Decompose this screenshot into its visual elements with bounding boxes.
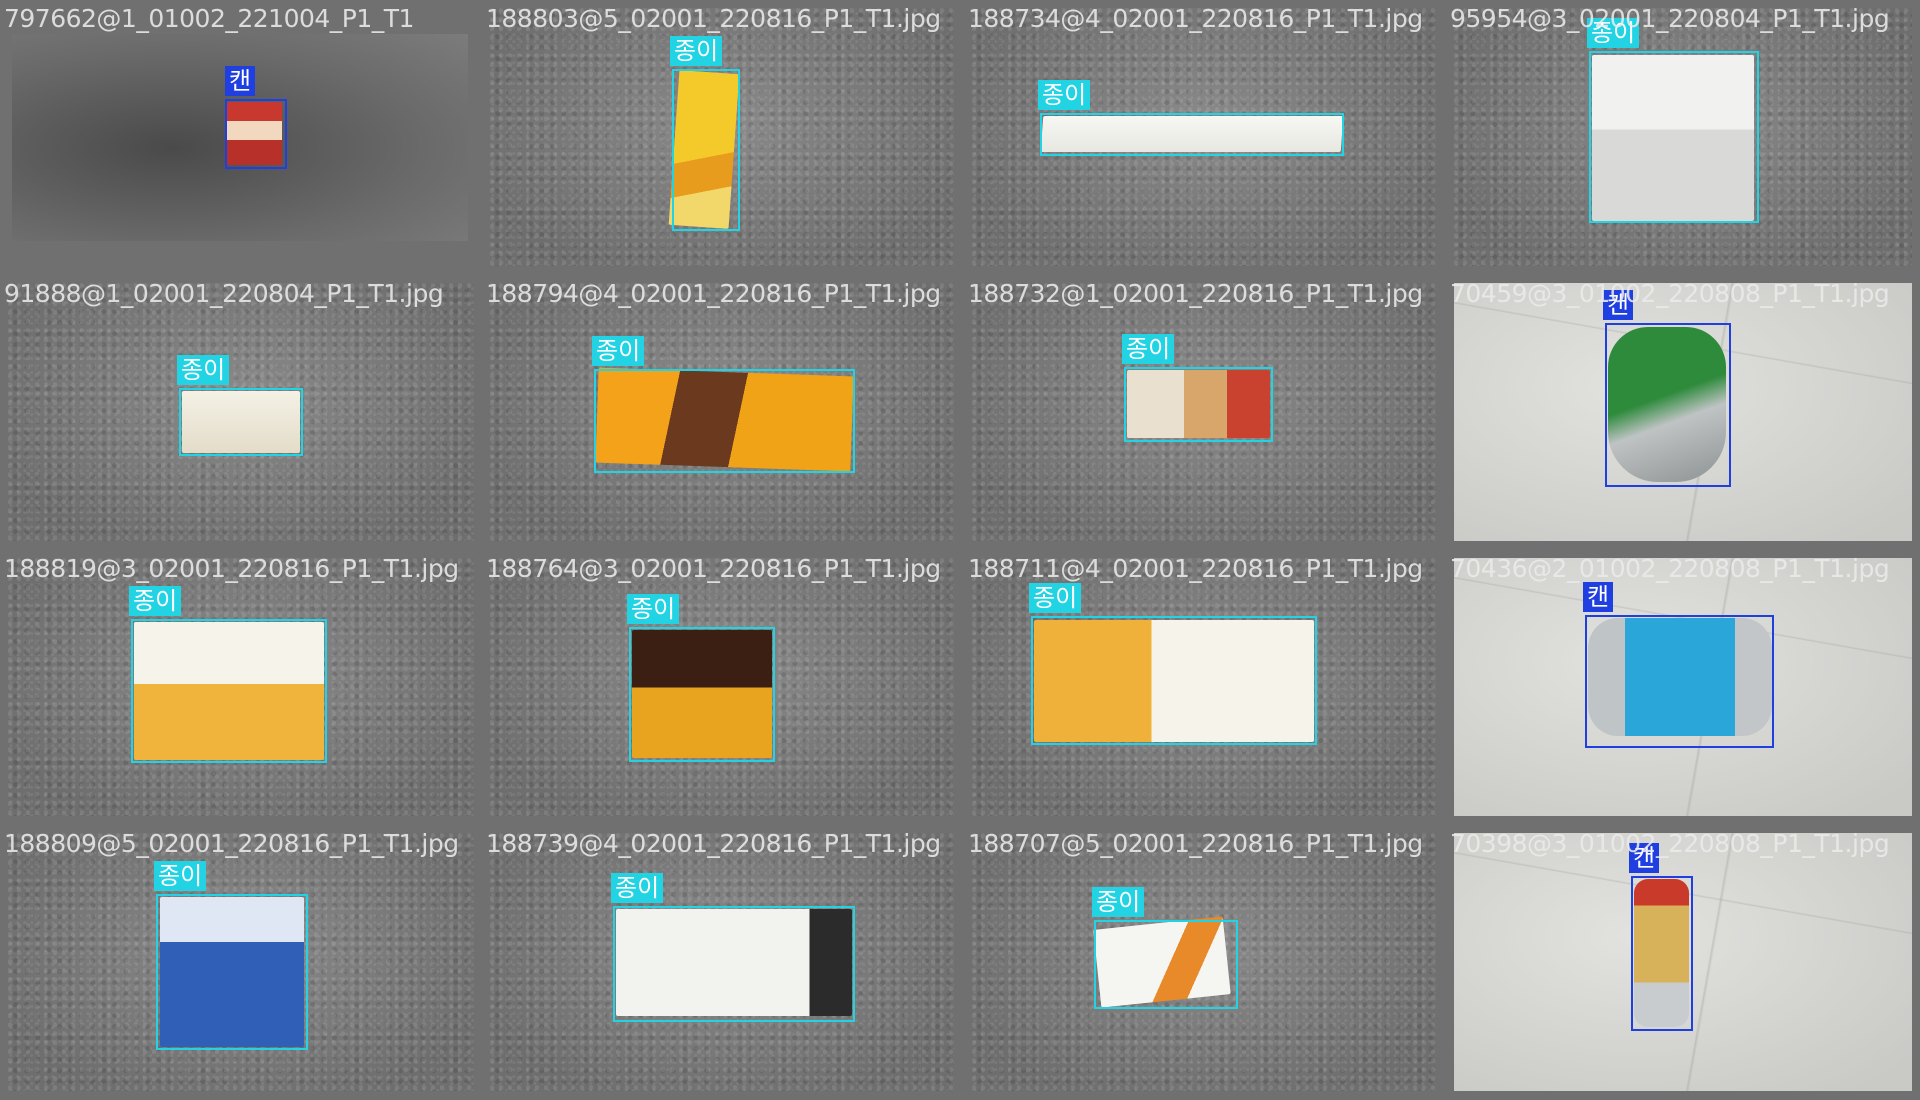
class-tag: 종이 (1038, 80, 1091, 110)
grid-cell[interactable]: 종이 91888@1_02001_220804_P1_T1.jpg (0, 275, 482, 550)
class-tag: 종이 (670, 36, 723, 66)
grid-cell[interactable]: 종이 188819@3_02001_220816_P1_T1.jpg (0, 550, 482, 825)
grid-cell[interactable]: 종이 188732@1_02001_220816_P1_T1.jpg (964, 275, 1446, 550)
class-tag: 캔 (1629, 843, 1660, 873)
grid-cell[interactable]: 캔 70436@2_01002_220808_P1_T1.jpg (1446, 550, 1920, 825)
bounding-box (613, 906, 855, 1022)
class-tag: 종이 (1587, 18, 1640, 48)
bounding-box (629, 627, 775, 762)
grid-cell[interactable]: 종이 95954@3_02001_220804_P1_T1.jpg (1446, 0, 1920, 275)
class-tag: 종이 (627, 594, 680, 624)
bounding-box (1094, 920, 1238, 1009)
bounding-box (1040, 113, 1344, 156)
bounding-box (672, 69, 740, 231)
class-tag: 종이 (1122, 334, 1175, 364)
bounding-box (131, 619, 327, 763)
grid-cell[interactable]: 종이 188794@4_02001_220816_P1_T1.jpg (482, 275, 964, 550)
bounding-box (1631, 876, 1693, 1031)
bounding-box (1585, 615, 1774, 748)
bounding-box (1605, 323, 1731, 487)
bounding-box (1589, 51, 1759, 223)
bounding-box (156, 894, 308, 1050)
grid-cell[interactable]: 캔 70459@3_01002_220808_P1_T1.jpg (1446, 275, 1920, 550)
class-tag: 종이 (154, 861, 207, 891)
grid-cell[interactable]: 캔 70398@3_01002_220808_P1_T1.jpg (1446, 825, 1920, 1100)
bounding-box (1124, 367, 1273, 442)
grid-cell[interactable]: 종이 188809@5_02001_220816_P1_T1.jpg (0, 825, 482, 1100)
class-tag: 캔 (225, 66, 256, 96)
class-tag: 종이 (129, 586, 182, 616)
class-tag: 종이 (592, 336, 645, 366)
class-tag: 종이 (177, 355, 230, 385)
file-label: 797662@1_01002_221004_P1_T1 (4, 4, 414, 33)
class-tag: 종이 (1029, 583, 1082, 613)
grid-cell[interactable]: 종이 188739@4_02001_220816_P1_T1.jpg (482, 825, 964, 1100)
class-tag: 종이 (1092, 887, 1145, 917)
grid-cell[interactable]: 종이 188734@4_02001_220816_P1_T1.jpg (964, 0, 1446, 275)
class-tag: 종이 (611, 873, 664, 903)
grid-cell[interactable]: 종이 188711@4_02001_220816_P1_T1.jpg (964, 550, 1446, 825)
grid-cell[interactable]: 종이 188707@5_02001_220816_P1_T1.jpg (964, 825, 1446, 1100)
grid-cell[interactable]: 종이 188803@5_02001_220816_P1_T1.jpg (482, 0, 964, 275)
grid-cell[interactable]: 종이 188764@3_02001_220816_P1_T1.jpg (482, 550, 964, 825)
class-tag: 캔 (1603, 290, 1634, 320)
bounding-box (1031, 616, 1317, 745)
bounding-box (225, 99, 287, 169)
grid-cell[interactable]: 캔 797662@1_01002_221004_P1_T1 (0, 0, 482, 275)
class-tag: 캔 (1583, 582, 1614, 612)
detection-grid: 캔 797662@1_01002_221004_P1_T1 종이 188803@… (0, 0, 1920, 1100)
bounding-box (179, 388, 303, 456)
bounding-box (594, 369, 855, 473)
